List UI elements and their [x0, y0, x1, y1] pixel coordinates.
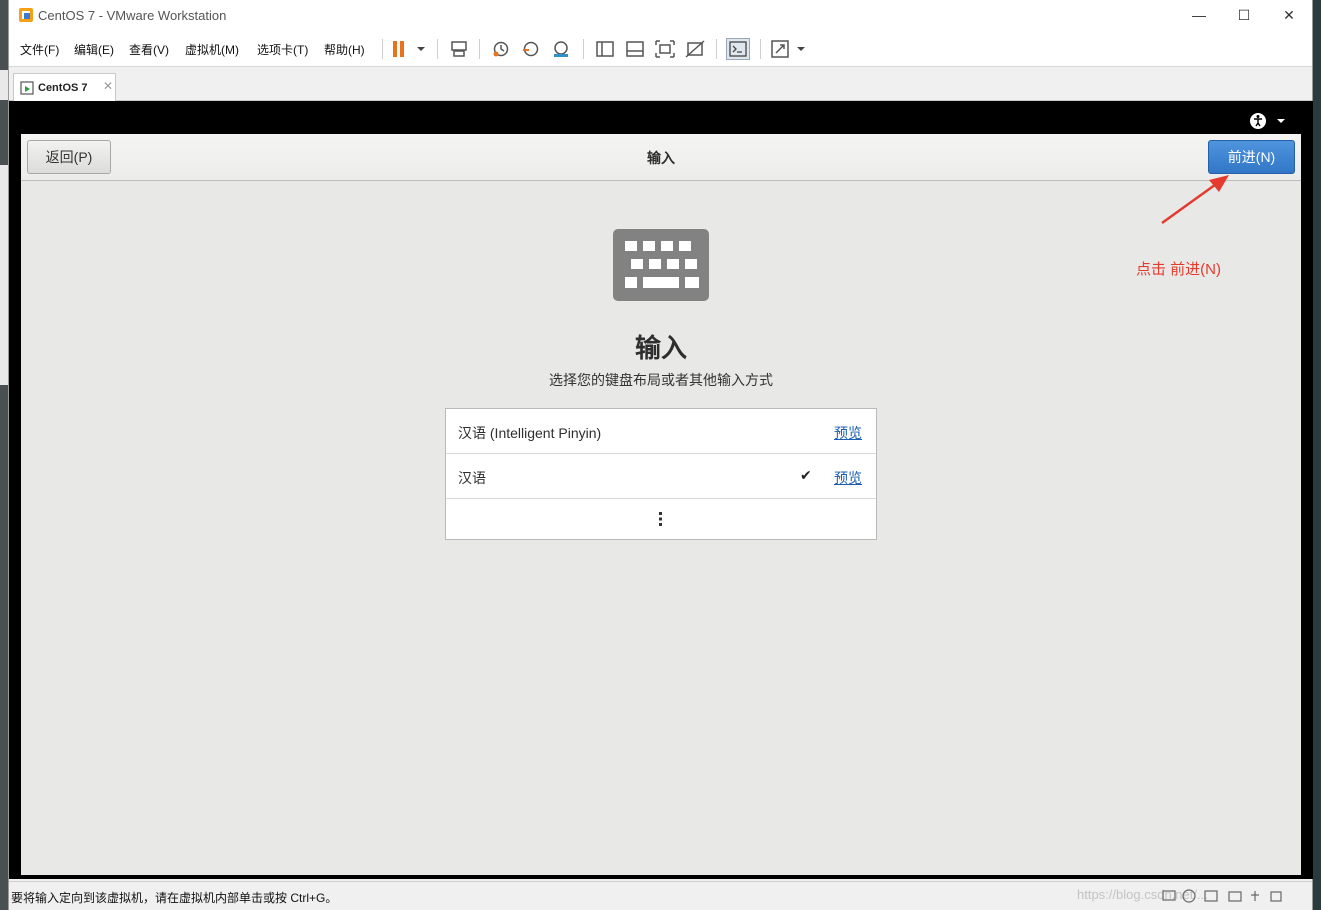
vmware-logo-icon — [19, 8, 33, 22]
window-title: CentOS 7 - VMware Workstation — [38, 8, 227, 23]
minimize-button[interactable]: — — [1177, 4, 1221, 26]
menu-edit[interactable]: 编辑(E) — [74, 41, 114, 58]
annotation-arrow-icon — [1161, 175, 1229, 225]
fullscreen-icon[interactable] — [654, 39, 676, 59]
annotation-text: 点击 前进(N) — [1136, 261, 1221, 278]
input-source-label: 汉语 — [458, 470, 486, 486]
status-message: 要将输入定向到该虚拟机，请在虚拟机内部单击或按 Ctrl+G。 — [11, 891, 338, 905]
title-bar: CentOS 7 - VMware Workstation — ☐ ✕ — [9, 0, 1312, 31]
list-item[interactable]: 汉语 ✔ 预览 — [446, 454, 876, 499]
sidebar-view-icon[interactable] — [594, 39, 616, 59]
preview-link[interactable]: 预览 — [834, 468, 862, 488]
menu-help[interactable]: 帮助(H) — [324, 41, 365, 58]
page-heading: 输入 — [634, 333, 687, 363]
stretch-icon[interactable] — [770, 39, 810, 59]
console-icon[interactable] — [726, 38, 750, 60]
accessibility-icon[interactable] — [1250, 111, 1290, 131]
snapshot-manager-icon[interactable] — [550, 39, 572, 59]
more-vertical-icon — [659, 512, 662, 526]
preview-link[interactable]: 预览 — [834, 423, 862, 443]
menu-file[interactable]: 文件(F) — [20, 41, 59, 58]
pause-icon[interactable] — [390, 39, 430, 59]
thumbnail-view-icon[interactable] — [624, 39, 646, 59]
device-status-icons[interactable] — [1159, 887, 1309, 905]
page-subtitle: 选择您的键盘布局或者其他输入方式 — [549, 372, 773, 388]
close-button[interactable]: ✕ — [1267, 4, 1311, 26]
status-bar: 要将输入定向到该虚拟机，请在虚拟机内部单击或按 Ctrl+G。 https://… — [9, 881, 1312, 910]
menu-view[interactable]: 查看(V) — [129, 41, 169, 58]
tab-centos7[interactable]: CentOS 7 ✕ — [13, 73, 116, 101]
tab-label: CentOS 7 — [38, 82, 88, 94]
header-title: 输入 — [647, 150, 675, 166]
list-item[interactable]: 汉语 (Intelligent Pinyin) 预览 — [446, 409, 876, 454]
revert-snapshot-icon[interactable] — [520, 39, 542, 59]
tab-bar: CentOS 7 ✕ — [9, 68, 1312, 101]
more-options-button[interactable] — [446, 499, 876, 540]
menu-vm[interactable]: 虚拟机(M) — [185, 41, 239, 58]
vm-display[interactable]: 返回(P) 输入 前进(N) 输入 选择您的键盘布局或者其他输入方式 汉语 (I… — [9, 101, 1313, 879]
installer-panel: 返回(P) 输入 前进(N) 输入 选择您的键盘布局或者其他输入方式 汉语 (I… — [21, 134, 1301, 875]
send-ctrl-alt-del-icon[interactable] — [448, 39, 470, 59]
menu-bar: 文件(F) 编辑(E) 查看(V) 虚拟机(M) 选项卡(T) 帮助(H) — [9, 31, 1312, 67]
menu-tabs[interactable]: 选项卡(T) — [257, 41, 308, 58]
next-button[interactable]: 前进(N) — [1208, 140, 1295, 174]
snapshot-icon[interactable] — [490, 39, 512, 59]
vm-tab-icon — [20, 81, 34, 95]
unity-icon[interactable] — [684, 39, 706, 59]
input-source-list: 汉语 (Intelligent Pinyin) 预览 汉语 ✔ 预览 — [445, 408, 877, 540]
maximize-button[interactable]: ☐ — [1222, 4, 1266, 26]
tab-close-icon[interactable]: ✕ — [103, 79, 113, 93]
checkmark-icon: ✔ — [800, 467, 812, 483]
keyboard-icon — [613, 229, 709, 301]
input-source-label: 汉语 (Intelligent Pinyin) — [458, 425, 602, 441]
installer-header: 返回(P) 输入 前进(N) — [21, 134, 1301, 181]
vmware-window: CentOS 7 - VMware Workstation — ☐ ✕ 文件(F… — [8, 0, 1313, 910]
